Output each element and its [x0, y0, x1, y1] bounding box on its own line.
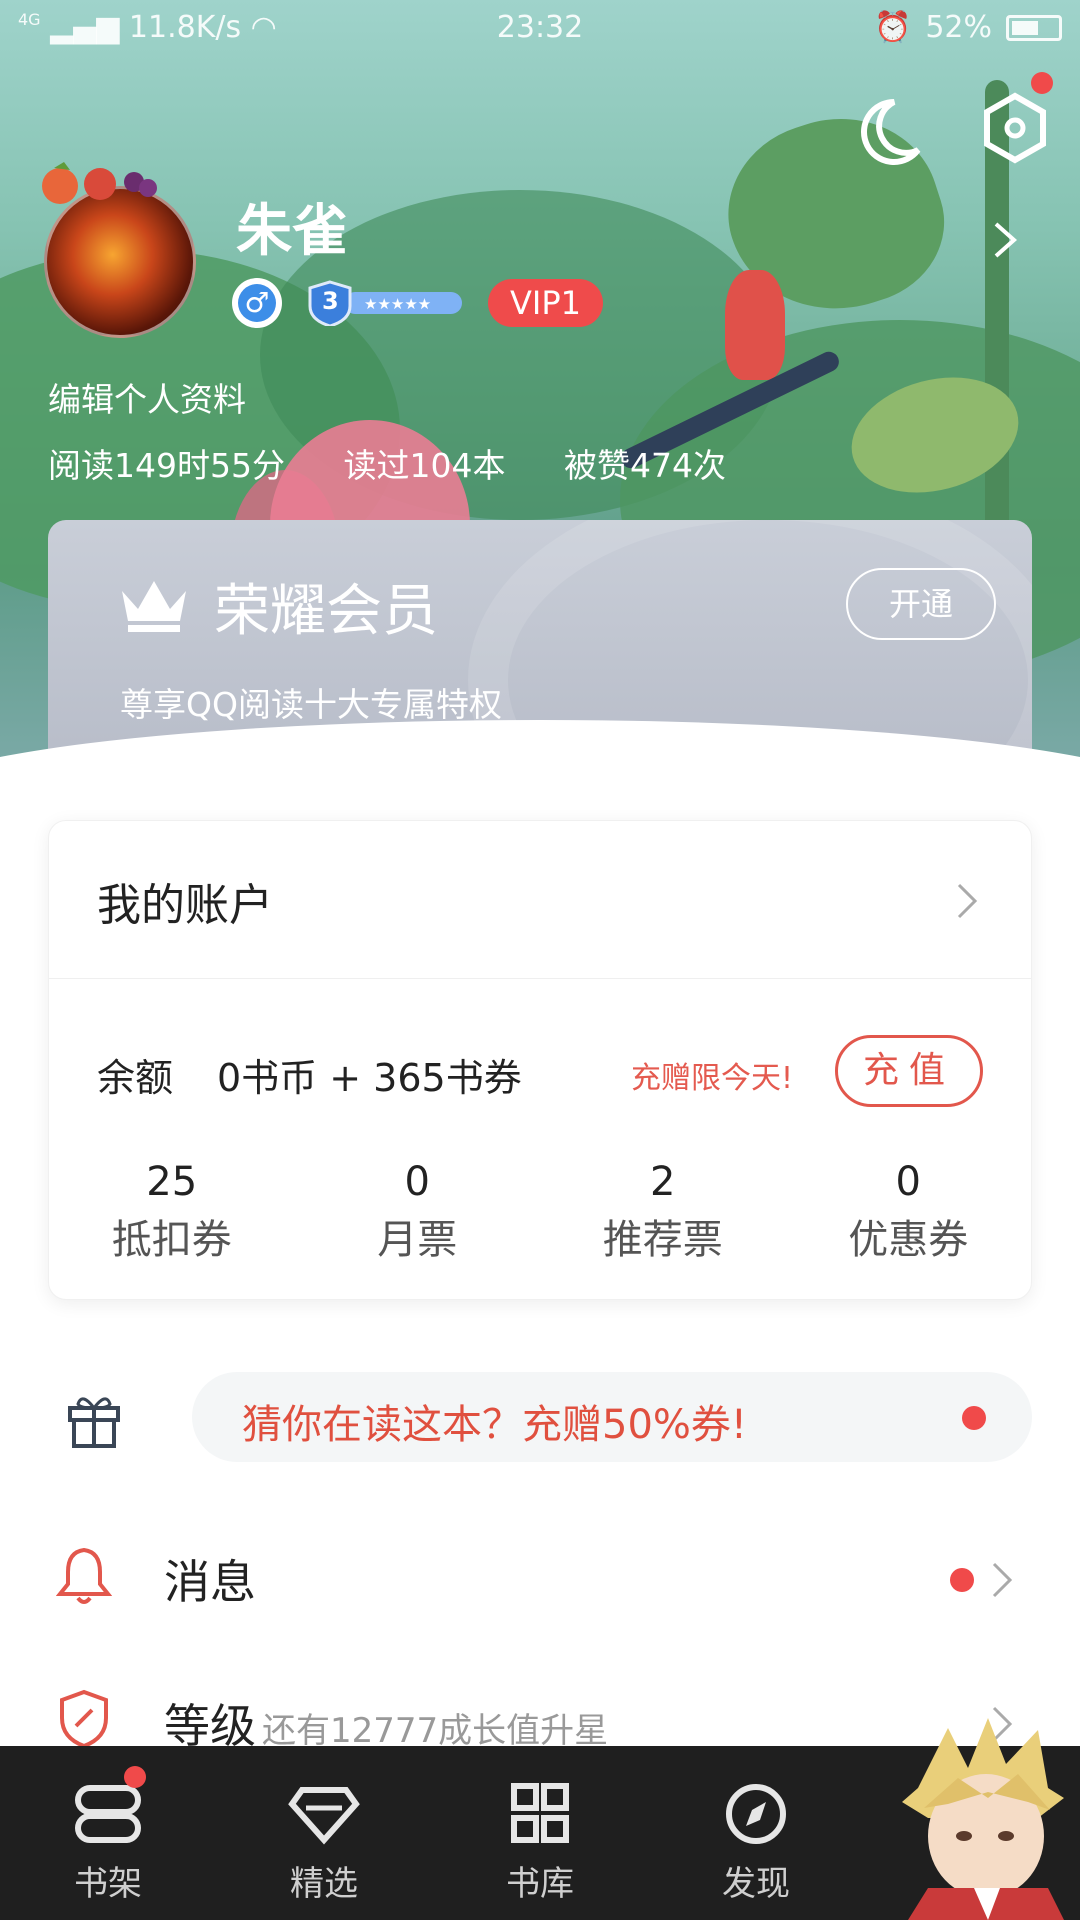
profile-page: 4G ▂▄▆ 11.8K/s ◠ 23:32 ⏰ 52% 朱雀 ♂ ★★★★★ …: [0, 0, 1080, 1920]
vip-badge[interactable]: VIP1: [488, 279, 603, 327]
account-card: 我的账户 余额 0书币 + 365书券 充赠限今天! 充值 25 抵扣券 0 月…: [48, 820, 1032, 1300]
settings-button[interactable]: [975, 72, 1055, 168]
svg-text:★★★★★: ★★★★★: [364, 295, 431, 313]
tab-label: 发现: [722, 1864, 790, 1904]
balance-label: 余额: [97, 1056, 174, 1100]
diamond-icon: [288, 1787, 360, 1845]
tab-discover[interactable]: 发现: [648, 1746, 864, 1920]
reading-time: 阅读149时55分: [48, 446, 285, 485]
crown-icon: [122, 581, 186, 632]
level-progress-text: 还有12777成长值升星: [262, 1711, 609, 1751]
chevron-right-icon: [992, 1562, 1013, 1598]
tab-library[interactable]: 书库: [432, 1746, 648, 1920]
hexagon-settings-icon: [984, 92, 1046, 164]
promo-banner-text: 猜你在读这本？充赠50%券!: [242, 1402, 747, 1448]
likes-count: 被赞474次: [563, 446, 726, 485]
avatar[interactable]: [44, 186, 196, 338]
promo-banner[interactable]: 猜你在读这本？充赠50%券!: [192, 1372, 1032, 1462]
vip-title: 荣耀会员: [214, 579, 438, 644]
level-number: 3: [322, 287, 339, 315]
status-bar: 4G ▂▄▆ 11.8K/s ◠ 23:32 ⏰ 52%: [0, 0, 1080, 56]
night-mode-button[interactable]: [848, 92, 928, 172]
bookshelf-icon: [75, 1785, 141, 1843]
gift-icon[interactable]: [64, 1390, 124, 1450]
ticket-recommend[interactable]: 2 推荐票: [540, 1159, 786, 1265]
edit-profile-link[interactable]: 编辑个人资料: [48, 373, 246, 421]
balance-value: 0书币 + 365书券: [217, 1056, 522, 1100]
ticket-count: 2: [650, 1159, 676, 1205]
ticket-count: 25: [146, 1159, 198, 1205]
bell-icon: [56, 1547, 112, 1604]
girl-illustration: [725, 270, 785, 380]
recharge-promo-text: 充赠限今天!: [631, 1061, 794, 1096]
ticket-label: 推荐票: [602, 1217, 723, 1263]
mascot-character-icon[interactable]: [888, 1718, 1080, 1920]
fruit-frame-decoration: [42, 162, 157, 204]
level-label: 等级: [164, 1699, 256, 1753]
ticket-monthly[interactable]: 0 月票: [295, 1159, 541, 1265]
ticket-label: 抵扣券: [111, 1217, 232, 1263]
profile-chevron-right-icon[interactable]: [990, 220, 1020, 260]
username[interactable]: 朱雀: [236, 186, 348, 267]
account-title: 我的账户: [97, 880, 273, 931]
recharge-button[interactable]: 充值: [835, 1035, 983, 1107]
badge-row: ♂ ★★★★★ 3 VIP1: [232, 278, 603, 328]
tab-bookshelf[interactable]: 书架: [0, 1746, 216, 1920]
tab-label: 书库: [506, 1864, 574, 1904]
avatar-frame[interactable]: [30, 158, 200, 338]
tab-featured[interactable]: 精选: [216, 1746, 432, 1920]
male-symbol: ♂: [238, 284, 276, 322]
menu-item-messages[interactable]: 消息: [0, 1524, 1080, 1634]
level-badge[interactable]: ★★★★★ 3: [304, 280, 466, 328]
notification-dot: [1031, 72, 1053, 94]
ticket-label: 优惠券: [848, 1217, 969, 1263]
grid-icon: [511, 1783, 569, 1843]
chevron-right-icon: [957, 883, 978, 919]
activate-vip-button[interactable]: 开通: [846, 568, 996, 640]
vip-description: 尊享QQ阅读十大专属特权: [120, 685, 502, 724]
my-account-row[interactable]: 我的账户: [49, 821, 1031, 979]
notification-dot: [124, 1766, 146, 1788]
ticket-count: 0: [895, 1159, 921, 1205]
notification-dot: [950, 1568, 974, 1592]
battery-icon: [1006, 14, 1062, 41]
books-read: 读过104本: [343, 446, 506, 485]
ticket-count: 0: [404, 1159, 430, 1205]
ticket-coupon[interactable]: 0 优惠券: [786, 1159, 1032, 1265]
notification-dot: [962, 1406, 986, 1430]
alarm-icon: ⏰: [873, 10, 912, 45]
tab-label: 书架: [74, 1864, 142, 1904]
status-right: ⏰ 52%: [874, 10, 1062, 45]
ticket-deduction[interactable]: 25 抵扣券: [49, 1159, 295, 1265]
moon-icon: [861, 99, 921, 165]
ticket-row: 25 抵扣券 0 月票 2 推荐票 0 优惠券: [49, 1159, 1031, 1265]
level-shield-icon: [60, 1689, 108, 1749]
male-gender-icon: ♂: [232, 278, 282, 328]
ticket-label: 月票: [377, 1217, 458, 1263]
compass-icon: [726, 1784, 786, 1844]
battery-percent: 52%: [925, 10, 992, 45]
tab-label: 精选: [290, 1864, 358, 1904]
menu-label: 消息: [164, 1555, 256, 1609]
reading-stats: 阅读149时55分 读过104本 被赞474次: [48, 439, 774, 487]
